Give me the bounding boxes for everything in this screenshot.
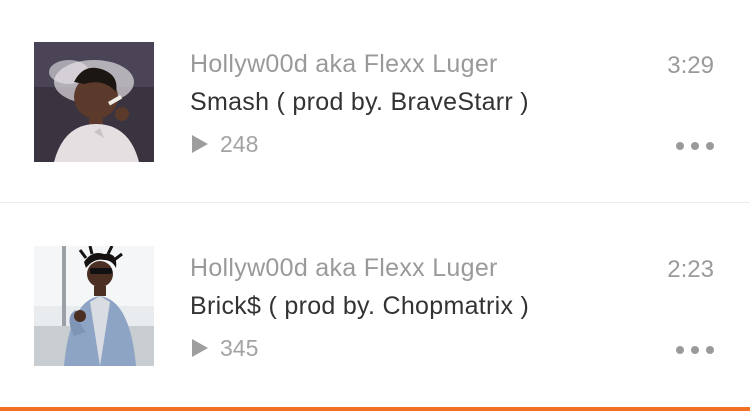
artwork-image (34, 246, 154, 366)
track-artist[interactable]: Hollyw00d aka Flexx Luger (190, 50, 498, 79)
more-options-button[interactable] (676, 340, 714, 360)
play-count: 248 (190, 130, 258, 158)
play-count-value: 248 (220, 130, 259, 157)
play-count: 345 (190, 334, 258, 362)
play-icon (192, 135, 208, 153)
track-duration: 2:23 (667, 256, 714, 283)
track-artwork[interactable] (34, 42, 154, 162)
track-artist[interactable]: Hollyw00d aka Flexx Luger (190, 254, 498, 283)
track-duration: 3:29 (667, 52, 714, 79)
track-row[interactable]: Hollyw00d aka Flexx Luger Smash ( prod b… (0, 0, 750, 203)
more-icon (676, 346, 684, 354)
play-icon (192, 339, 208, 357)
more-options-button[interactable] (676, 136, 714, 156)
accent-divider (0, 407, 750, 411)
more-icon (676, 142, 684, 150)
track-title[interactable]: Brick$ ( prod by. Chopmatrix ) (190, 292, 529, 321)
track-title[interactable]: Smash ( prod by. BraveStarr ) (190, 88, 529, 117)
track-list: Hollyw00d aka Flexx Luger Smash ( prod b… (0, 0, 750, 411)
play-count-value: 345 (220, 334, 259, 361)
track-row[interactable]: Hollyw00d aka Flexx Luger Brick$ ( prod … (0, 204, 750, 407)
track-artwork[interactable] (34, 246, 154, 366)
artwork-image (34, 42, 154, 162)
